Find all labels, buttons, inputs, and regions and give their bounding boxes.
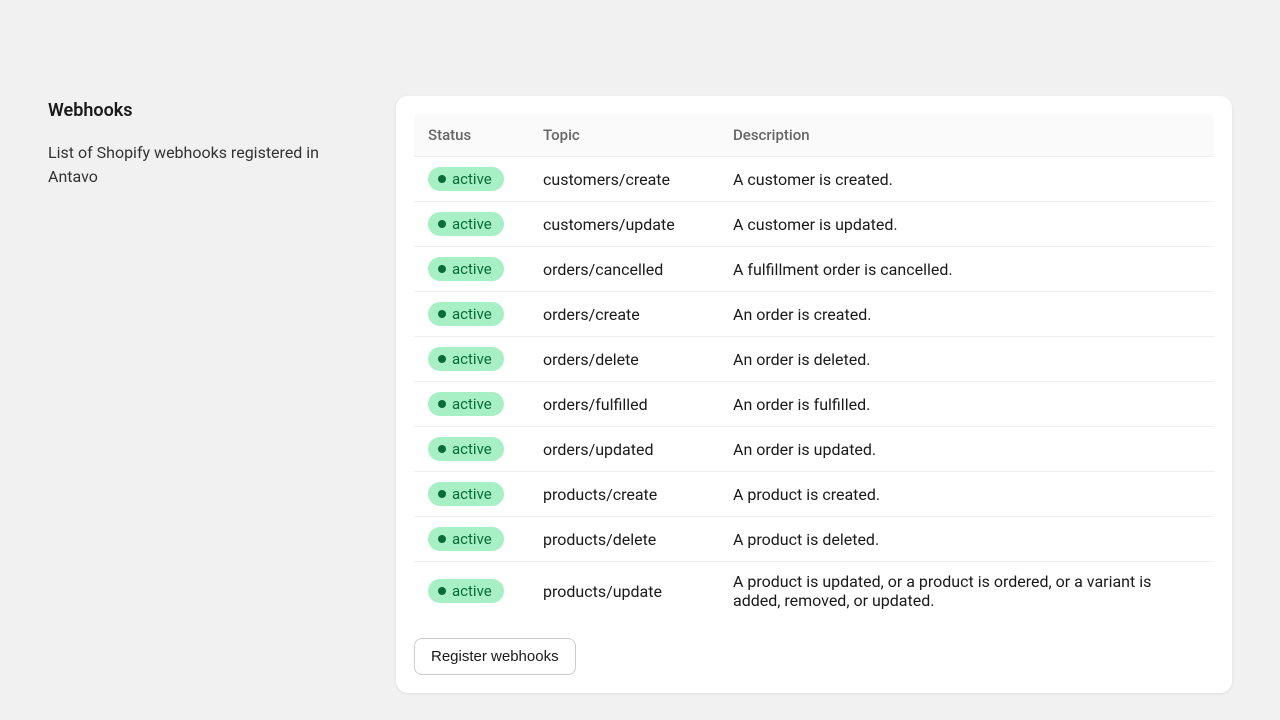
status-badge: active — [428, 347, 504, 371]
cell-status: active — [414, 157, 529, 202]
cell-topic: orders/delete — [529, 337, 719, 382]
table-row: active customers/updateA customer is upda… — [414, 202, 1214, 247]
webhooks-table: Status Topic Description active customers… — [414, 114, 1214, 620]
cell-status: active — [414, 427, 529, 472]
cell-topic: products/delete — [529, 517, 719, 562]
status-badge-label: active — [452, 440, 492, 458]
table-row: active products/createA product is create… — [414, 472, 1214, 517]
status-badge-label: active — [452, 395, 492, 413]
status-badge: active — [428, 167, 504, 191]
status-badge-label: active — [452, 530, 492, 548]
cell-status: active — [414, 517, 529, 562]
cell-description: A customer is created. — [719, 157, 1214, 202]
table-row: active products/deleteA product is delete… — [414, 517, 1214, 562]
status-dot-icon — [438, 310, 446, 318]
cell-status: active — [414, 337, 529, 382]
cell-status: active — [414, 202, 529, 247]
cell-status: active — [414, 292, 529, 337]
col-header-topic: Topic — [529, 114, 719, 157]
cell-status: active — [414, 472, 529, 517]
cell-status: active — [414, 247, 529, 292]
status-badge: active — [428, 437, 504, 461]
status-badge: active — [428, 579, 504, 603]
status-badge-label: active — [452, 582, 492, 600]
page-description: List of Shopify webhooks registered in A… — [48, 141, 348, 189]
status-badge: active — [428, 302, 504, 326]
page-title: Webhooks — [48, 100, 348, 121]
cell-status: active — [414, 562, 529, 621]
status-dot-icon — [438, 265, 446, 273]
status-badge: active — [428, 482, 504, 506]
status-dot-icon — [438, 587, 446, 595]
status-dot-icon — [438, 355, 446, 363]
status-dot-icon — [438, 445, 446, 453]
table-row: active customers/createA customer is crea… — [414, 157, 1214, 202]
cell-topic: products/update — [529, 562, 719, 621]
status-badge: active — [428, 392, 504, 416]
status-badge-label: active — [452, 305, 492, 323]
actions-bar: Register webhooks — [414, 638, 1214, 675]
status-badge: active — [428, 527, 504, 551]
status-badge-label: active — [452, 170, 492, 188]
register-webhooks-button[interactable]: Register webhooks — [414, 638, 576, 675]
cell-description: An order is created. — [719, 292, 1214, 337]
cell-description: An order is fulfilled. — [719, 382, 1214, 427]
cell-topic: orders/create — [529, 292, 719, 337]
status-badge: active — [428, 212, 504, 236]
cell-description: A product is updated, or a product is or… — [719, 562, 1214, 621]
status-dot-icon — [438, 220, 446, 228]
status-badge-label: active — [452, 215, 492, 233]
status-dot-icon — [438, 175, 446, 183]
status-badge: active — [428, 257, 504, 281]
status-dot-icon — [438, 535, 446, 543]
cell-description: A product is created. — [719, 472, 1214, 517]
cell-status: active — [414, 382, 529, 427]
table-row: active orders/fulfilledAn order is fulfil… — [414, 382, 1214, 427]
table-row: active orders/updatedAn order is updated. — [414, 427, 1214, 472]
cell-topic: orders/fulfilled — [529, 382, 719, 427]
status-badge-label: active — [452, 485, 492, 503]
status-dot-icon — [438, 490, 446, 498]
webhooks-card: Status Topic Description active customers… — [396, 96, 1232, 693]
cell-description: A fulfillment order is cancelled. — [719, 247, 1214, 292]
cell-topic: orders/updated — [529, 427, 719, 472]
col-header-status: Status — [414, 114, 529, 157]
col-header-description: Description — [719, 114, 1214, 157]
sidebar: Webhooks List of Shopify webhooks regist… — [48, 48, 348, 189]
status-dot-icon — [438, 400, 446, 408]
cell-description: A customer is updated. — [719, 202, 1214, 247]
cell-topic: products/create — [529, 472, 719, 517]
cell-description: An order is updated. — [719, 427, 1214, 472]
table-row: active orders/cancelledA fulfillment orde… — [414, 247, 1214, 292]
cell-topic: customers/update — [529, 202, 719, 247]
cell-topic: customers/create — [529, 157, 719, 202]
status-badge-label: active — [452, 260, 492, 278]
status-badge-label: active — [452, 350, 492, 368]
table-row: active products/updateA product is update… — [414, 562, 1214, 621]
cell-topic: orders/cancelled — [529, 247, 719, 292]
cell-description: An order is deleted. — [719, 337, 1214, 382]
cell-description: A product is deleted. — [719, 517, 1214, 562]
table-row: active orders/deleteAn order is deleted. — [414, 337, 1214, 382]
table-row: active orders/createAn order is created. — [414, 292, 1214, 337]
